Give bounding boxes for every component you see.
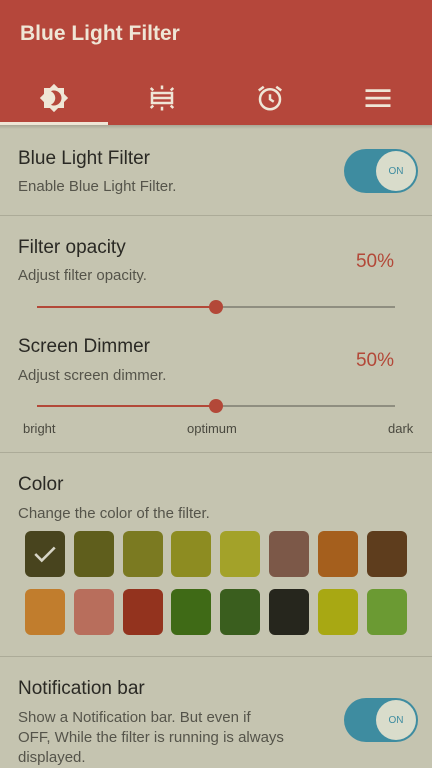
opacity-value: 50% [355,251,394,272]
color-swatch[interactable] [317,589,358,635]
tab-alarm[interactable] [216,70,324,125]
tab-menu[interactable] [324,70,432,125]
color-swatch[interactable] [25,531,65,577]
dimmer-value: 50% [355,350,394,371]
app-bar: Blue Light Filter [0,0,432,125]
color-swatch[interactable] [73,589,114,635]
color-swatch[interactable] [317,531,358,577]
tab-filter[interactable] [0,70,108,125]
divider [0,215,432,216]
notification-subtitle-line3: displayed. [18,749,86,766]
color-swatch[interactable] [220,589,261,635]
color-swatch[interactable] [171,589,212,635]
dimmer-subtitle: Adjust screen dimmer. [18,367,167,384]
notification-switch-knob: ON [376,700,416,740]
color-swatch[interactable] [73,531,114,577]
menu-icon [365,88,391,107]
color-swatch[interactable] [366,589,407,635]
dimmer-title: Screen Dimmer [18,336,150,357]
slider-track-fill [37,405,216,407]
app-title: Blue Light Filter [20,22,180,45]
color-swatch-row [25,589,409,635]
color-swatch[interactable] [25,589,65,635]
opacity-slider[interactable] [37,300,395,314]
notification-title: Notification bar [18,678,145,699]
color-title: Color [18,474,64,495]
color-swatch[interactable] [220,531,261,577]
tick-bright: bright [23,421,56,436]
slider-thumb[interactable] [209,300,223,314]
notification-subtitle-line1: Show a Notification bar. But even if [18,709,251,726]
app-bar-shadow [0,125,432,129]
slider-thumb[interactable] [209,399,223,413]
color-swatch[interactable] [171,531,212,577]
tab-screen[interactable] [108,70,216,125]
tick-dark: dark [388,421,414,436]
filter-title: Blue Light Filter [18,148,151,169]
filter-switch-knob: ON [376,151,416,191]
tick-optimum: optimum [187,421,237,436]
color-subtitle: Change the color of the filter. [18,505,210,522]
check-icon [34,546,56,563]
color-swatch[interactable] [269,589,309,635]
notification-subtitle-line2: OFF, While the filter is running is alwa… [18,729,284,746]
screen-brightness-icon [149,85,175,110]
alarm-icon [258,85,282,110]
notification-switch[interactable]: ON [344,698,418,742]
divider [0,452,432,453]
color-swatch[interactable] [122,531,163,577]
divider [0,656,432,657]
color-swatch[interactable] [122,589,163,635]
brightness-icon [39,83,69,112]
opacity-title: Filter opacity [18,237,126,258]
dimmer-slider[interactable] [37,399,395,413]
filter-subtitle: Enable Blue Light Filter. [18,178,177,195]
filter-switch[interactable]: ON [344,149,418,193]
slider-track-fill [37,306,216,308]
color-swatch-row [25,531,409,577]
opacity-subtitle: Adjust filter opacity. [18,267,147,284]
color-swatch[interactable] [269,531,309,577]
color-swatch[interactable] [366,531,407,577]
tab-bar [0,70,432,125]
